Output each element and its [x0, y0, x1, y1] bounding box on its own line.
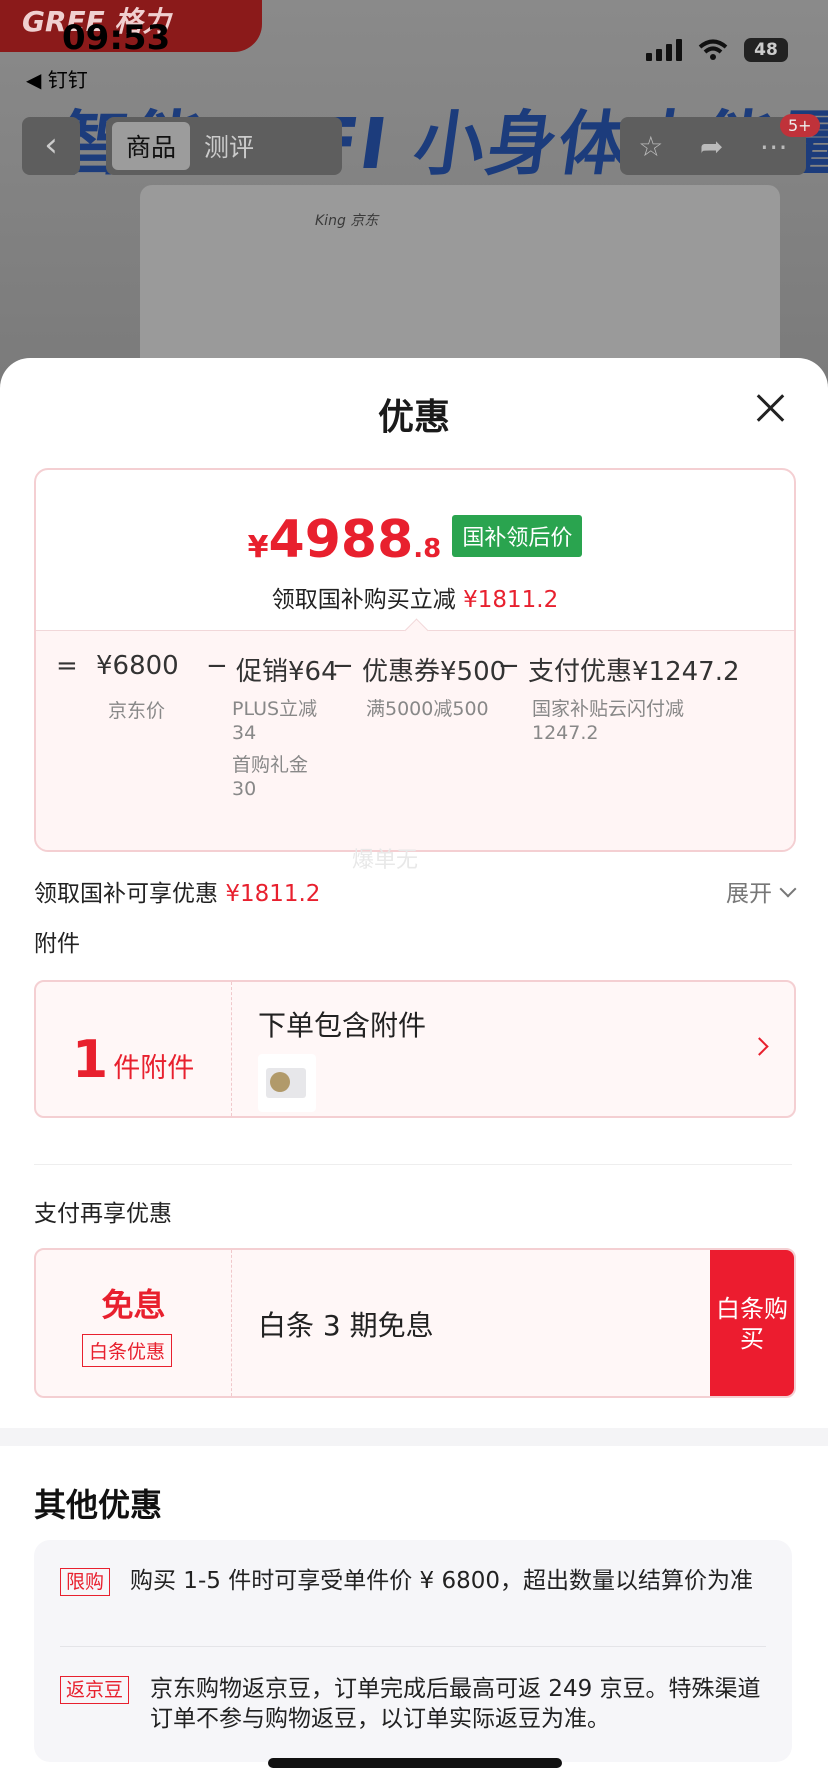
baitiao-card: 免息 白条优惠 白条 3 期免息 白条购买: [34, 1248, 796, 1398]
top-actions: ☆ ➦ ⋯: [620, 117, 806, 175]
accessory-title: 下单包含附件: [258, 1009, 427, 1042]
pay-discount-amount: 支付优惠¥1247.2: [528, 657, 740, 687]
pay-more-section-title: 支付再享优惠: [34, 1201, 172, 1227]
pay-discount-note: 国家补贴云闪付减: [532, 698, 685, 720]
subsidy-line-label: 领取国补可享优惠: [34, 881, 218, 907]
subsidy-line: 领取国补可享优惠 ¥1811.2: [34, 874, 320, 908]
jd-price: ¥6800: [96, 651, 179, 681]
star-icon[interactable]: ☆: [638, 130, 663, 163]
jd-beans-tag: 返京豆: [60, 1676, 130, 1704]
jd-beans-text: 京东购物返京豆，订单完成后最高可返 249 京豆。特殊渠道订单不参与购物返豆，以…: [150, 1676, 761, 1732]
subsidy-line-value: ¥1811.2: [225, 881, 321, 907]
chevron-right-icon: [750, 1037, 769, 1056]
coupon-note: 满5000减500: [366, 698, 489, 720]
promo-note: 首购礼金: [232, 754, 309, 776]
status-time: 09:53: [62, 18, 171, 58]
price-card: ¥4988.8 国补领后价 领取国补购买立减 ¥1811.2 = ¥6800 京…: [34, 468, 796, 852]
price-breakdown: = ¥6800 京东价 − 促销¥64 PLUS立减 34 首购礼金 30 − …: [36, 630, 794, 850]
back-to-app-link[interactable]: ◀ 钉钉: [26, 64, 88, 93]
section-gap: [0, 1428, 828, 1446]
interest-free-label: 免息: [101, 1286, 166, 1324]
tab-product[interactable]: 商品: [112, 122, 191, 170]
baitiao-buy-button[interactable]: 白条购买: [710, 1250, 794, 1396]
accessory-count-number: 1: [72, 1030, 109, 1090]
final-price: ¥4988.8 国补领后价: [36, 510, 794, 570]
back-button[interactable]: ‹: [22, 117, 80, 175]
subsidy-summary-value: ¥1811.2: [463, 587, 559, 613]
baitiao-badge-panel: 免息 白条优惠: [36, 1250, 232, 1396]
minus-sign: −: [498, 651, 520, 681]
page-tabs: 商品 测评: [106, 117, 342, 175]
discount-sheet: 优惠 ¥4988.8 国补领后价 领取国补购买立减 ¥1811.2 = ¥680…: [0, 358, 828, 1792]
accessory-thumbnail: [258, 1054, 316, 1112]
accessory-section-title: 附件: [34, 931, 80, 957]
home-indicator: [268, 1758, 562, 1768]
other-discounts-title: 其他优惠: [34, 1486, 163, 1524]
promo-note: 34: [232, 722, 257, 744]
status-bar: 09:53 ◀ 钉钉 48: [0, 0, 828, 92]
other-discounts-card: 限购 购买 1-5 件时可享受单件价 ¥ 6800，超出数量以结算价为准 返京豆…: [34, 1540, 792, 1762]
promo-note: 30: [232, 778, 257, 800]
sheet-title: 优惠: [377, 397, 450, 438]
close-icon[interactable]: [750, 388, 790, 428]
share-icon[interactable]: ➦: [700, 130, 723, 163]
watermark: 爆单无: [352, 848, 419, 873]
accessory-count-unit: 件附件: [113, 1053, 195, 1084]
wifi-icon: [698, 39, 728, 61]
price-currency: ¥: [247, 530, 269, 565]
purchase-limit-text: 购买 1-5 件时可享受单件价 ¥ 6800，超出数量以结算价为准: [130, 1568, 753, 1594]
status-icons: 48: [646, 38, 788, 62]
expand-button[interactable]: 展开: [726, 874, 797, 908]
equals-sign: =: [56, 651, 78, 681]
divider: [34, 1164, 792, 1165]
accessory-card[interactable]: 1 件附件 下单包含附件: [34, 980, 796, 1118]
baitiao-tag: 白条优惠: [82, 1334, 173, 1367]
baitiao-title: 白条 3 期免息: [258, 1309, 434, 1342]
accessory-count: 1 件附件: [72, 1030, 194, 1090]
subsidy-summary: 领取国补购买立减 ¥1811.2: [36, 580, 794, 614]
divider: [60, 1646, 766, 1647]
product-logo-text: King 京东: [315, 213, 379, 229]
jd-price-note: 京东价: [108, 700, 166, 722]
expand-label: 展开: [726, 881, 772, 907]
promo-amount: 促销¥64: [236, 657, 338, 687]
tab-review[interactable]: 测评: [190, 122, 268, 170]
coupon-amount: 优惠券¥500: [362, 657, 507, 687]
pay-discount-note: 1247.2: [532, 722, 599, 744]
price-summary: ¥4988.8 国补领后价 领取国补购买立减 ¥1811.2: [36, 470, 794, 630]
purchase-limit-tag: 限购: [60, 1568, 111, 1596]
minus-sign: −: [332, 651, 354, 681]
price-integer: 4988: [268, 510, 414, 570]
price-tag-badge: 国补领后价: [452, 515, 583, 557]
battery-icon: 48: [744, 38, 788, 62]
minus-sign: −: [206, 651, 228, 681]
accessory-count-panel: 1 件附件: [36, 982, 232, 1116]
signal-icon: [646, 39, 682, 61]
subsidy-summary-label: 领取国补购买立减: [271, 587, 456, 613]
promo-note: PLUS立减: [232, 698, 318, 720]
chevron-down-icon: [779, 880, 797, 898]
message-badge: 5+: [780, 114, 820, 137]
price-decimal: .8: [413, 534, 442, 564]
